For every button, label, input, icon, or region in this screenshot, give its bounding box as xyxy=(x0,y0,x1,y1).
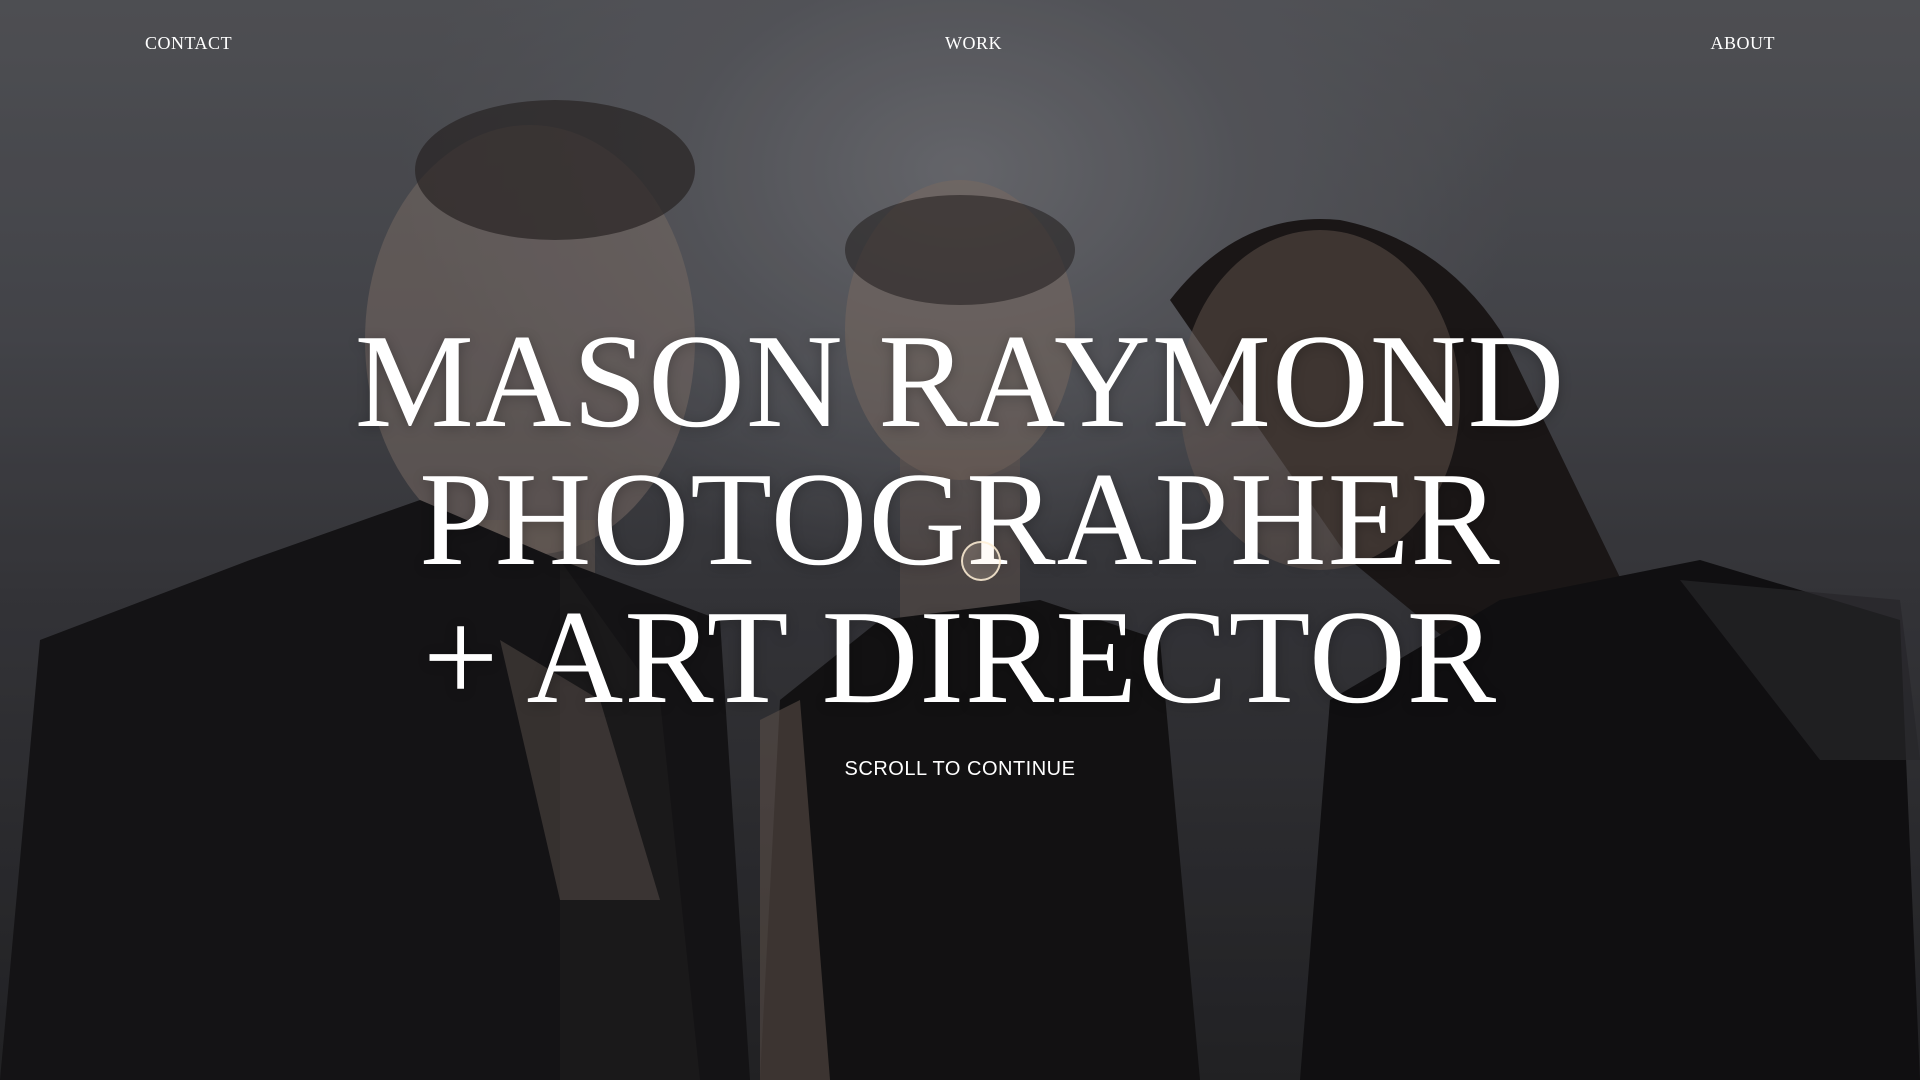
nav-contact-link[interactable]: CONTACT xyxy=(145,33,232,54)
headline-subtitle: + ART DIRECTOR xyxy=(422,583,1498,731)
headline-name: MASON RAYMOND xyxy=(354,307,1566,455)
circle-cursor-icon xyxy=(961,541,1001,581)
scroll-to-continue-link[interactable]: SCROLL TO CONTINUE xyxy=(0,758,1920,781)
nav-about-link[interactable]: ABOUT xyxy=(1711,33,1776,54)
nav-work-link[interactable]: WORK xyxy=(945,33,1002,54)
headline-title: PHOTOGRAPHER xyxy=(419,445,1501,593)
hero-headline: MASON RAYMOND PHOTOGRAPHER + ART DIRECTO… xyxy=(0,312,1920,726)
